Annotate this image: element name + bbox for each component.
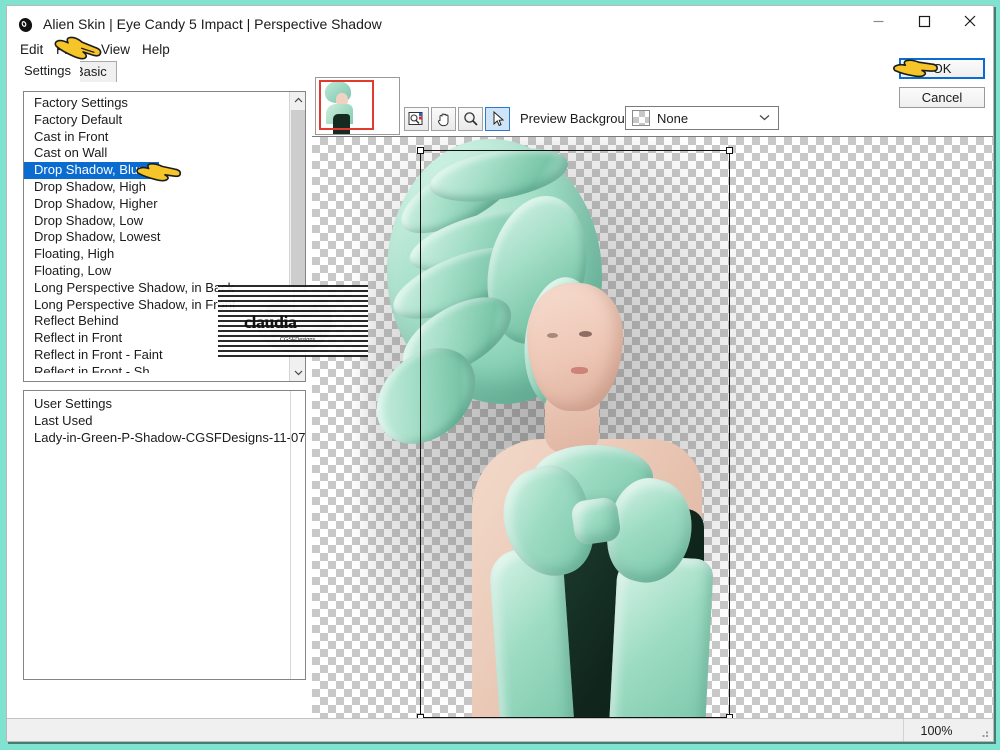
preview-background-value: None: [657, 110, 689, 126]
selection-bounding-box[interactable]: [417, 147, 733, 719]
preview-background-select[interactable]: None: [625, 106, 779, 130]
application-window: Alien Skin | Eye Candy 5 Impact | Perspe…: [6, 5, 994, 742]
hand-cursor-preset-selected: [134, 160, 184, 188]
checker-swatch-icon: [632, 110, 650, 126]
cancel-button[interactable]: Cancel: [899, 87, 985, 108]
watermark: claudia CGSFDesigns: [218, 285, 368, 357]
preview-toolbar: [404, 107, 512, 131]
preview-panel: OK Cancel Preview Background: None: [312, 6, 993, 741]
user-settings-list[interactable]: User Settings Last Used Lady-in-Green-P-…: [23, 390, 306, 680]
arrow-select-tool[interactable]: [485, 107, 510, 131]
list-item[interactable]: Drop Shadow, Low: [24, 213, 288, 230]
selection-handle[interactable]: [726, 147, 733, 154]
navigator-selection-rect[interactable]: [319, 80, 374, 130]
status-bar: 100%: [7, 718, 993, 741]
selection-handle[interactable]: [417, 147, 424, 154]
menu-item-edit[interactable]: Edit: [15, 41, 48, 58]
list-item[interactable]: Cast in Front: [24, 129, 288, 146]
preview-toggle-tool[interactable]: [404, 107, 429, 131]
preview-canvas[interactable]: [312, 136, 993, 719]
hand-cursor-filter-menu: [50, 36, 104, 66]
list-item[interactable]: User Settings: [24, 395, 289, 412]
list-item[interactable]: Factory Settings: [24, 95, 288, 112]
list-item[interactable]: Floating, Low: [24, 263, 288, 280]
list-item[interactable]: Drop Shadow, Lowest: [24, 229, 288, 246]
chevron-down-icon[interactable]: [759, 113, 770, 124]
watermark-text: claudia: [244, 312, 297, 332]
zoom-level: 100%: [903, 719, 969, 741]
alien-skin-icon: [17, 16, 35, 34]
chevron-down-icon[interactable]: [290, 364, 305, 381]
menu-item-help[interactable]: Help: [137, 41, 175, 58]
list-item[interactable]: Floating, High: [24, 246, 288, 263]
screen: Alien Skin | Eye Candy 5 Impact | Perspe…: [0, 0, 1000, 750]
zoom-tool[interactable]: [458, 107, 483, 131]
list-item[interactable]: Reflect in Front - Sh: [24, 364, 288, 373]
hand-cursor-ok-button: [891, 56, 941, 84]
list-item[interactable]: Factory Default: [24, 112, 288, 129]
resize-grip-icon[interactable]: [978, 726, 990, 738]
list-item[interactable]: Drop Shadow, Higher: [24, 196, 288, 213]
divider: [290, 391, 291, 679]
list-item[interactable]: Last Used: [24, 412, 289, 429]
chevron-up-icon[interactable]: [290, 92, 305, 109]
cancel-button-label: Cancel: [921, 90, 963, 105]
list-item[interactable]: Lady-in-Green-P-Shadow-CGSFDesigns-11-07…: [24, 429, 305, 446]
navigator-thumbnail[interactable]: [315, 77, 400, 135]
hand-tool[interactable]: [431, 107, 456, 131]
watermark-subtext: CGSFDesigns: [280, 337, 316, 343]
